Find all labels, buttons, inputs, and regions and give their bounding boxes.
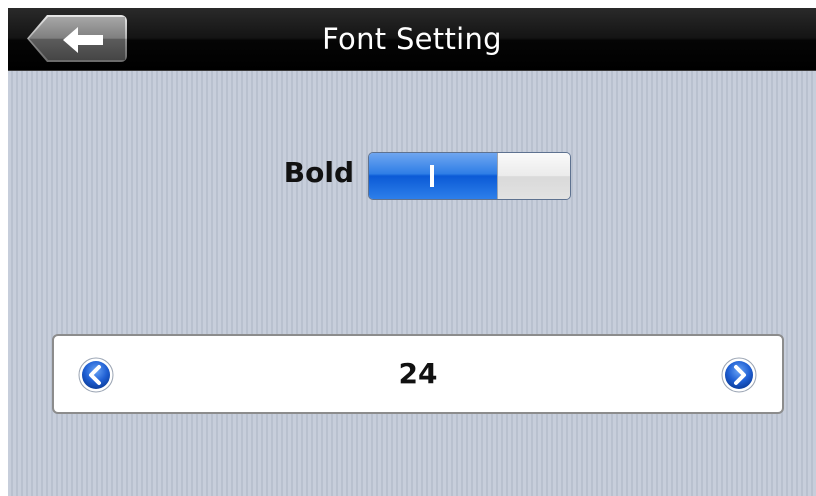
font-size-selector: 24 [52, 334, 784, 414]
title-bar: Font Setting [8, 8, 816, 71]
page-title: Font Setting [322, 22, 502, 56]
toggle-on-track [369, 153, 497, 199]
back-button-face [29, 17, 125, 60]
chevron-right-icon[interactable] [721, 357, 757, 393]
toggle-on-mark [430, 165, 434, 187]
screen: Font Setting Bold 24 [8, 8, 816, 496]
back-button[interactable] [27, 15, 127, 62]
toggle-knob[interactable] [497, 153, 570, 199]
bold-label: Bold [283, 156, 354, 189]
chevron-left-icon[interactable] [78, 357, 114, 393]
bold-toggle[interactable] [368, 152, 571, 200]
font-size-value: 24 [398, 357, 438, 390]
back-arrow-icon [63, 27, 103, 53]
